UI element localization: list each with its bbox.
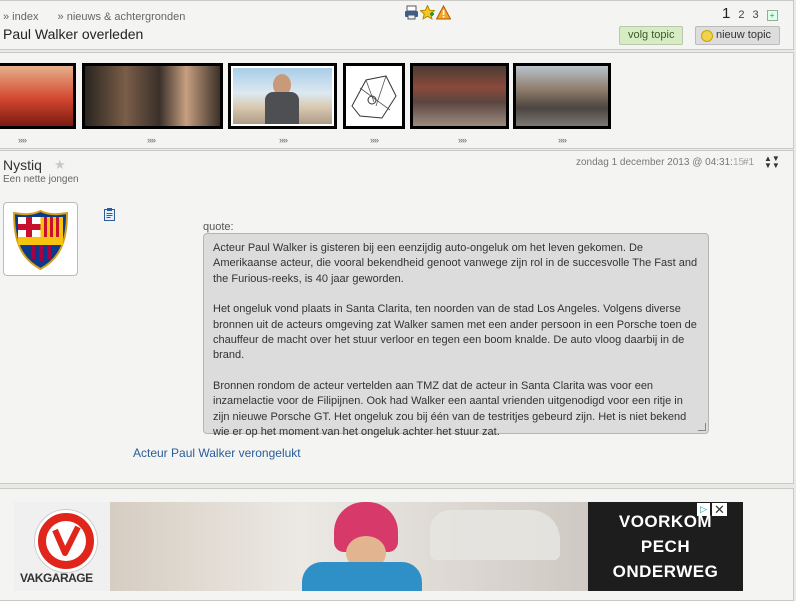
follow-topic-button[interactable]: volg topic [619, 26, 684, 45]
more-link[interactable]: »» [458, 135, 467, 145]
image-strip: »» »» »» »» »» »» [0, 52, 794, 149]
sketch-thumb[interactable] [343, 63, 405, 129]
user-title: Een nette jongen [3, 174, 79, 185]
crumb-section[interactable]: » nieuws & achtergronden [58, 11, 186, 23]
forum-post: Nystiq ★ Een nette jongen zondag 1 decem… [0, 150, 794, 484]
movie-still-thumb[interactable] [82, 63, 223, 129]
topic-tools [404, 4, 452, 20]
ad-brand: VAKGARAGE [20, 571, 93, 585]
ad-photo [110, 502, 588, 591]
new-topic-button[interactable]: nieuw topic [695, 26, 781, 45]
post-navigation-arrows-icon[interactable]: ▲▼ ▼▼ [764, 155, 780, 170]
topic-header: » index » nieuws & achtergronden Paul Wa… [0, 0, 794, 50]
resize-grip-icon[interactable] [698, 423, 706, 431]
more-link[interactable]: »» [558, 135, 567, 145]
pagination: 1 2 3 + [722, 5, 778, 22]
page-title: Paul Walker overleden [3, 26, 144, 42]
ad-banner[interactable]: VAKGARAGE VOORKOM PECH ONDERWEG [14, 502, 743, 591]
quote-post-icon[interactable] [104, 208, 115, 221]
red-sportscar-thumb[interactable] [0, 63, 76, 129]
quote-box: Acteur Paul Walker is gisteren bij een e… [203, 233, 709, 438]
quote-paragraph: Bronnen rondom de acteur vertelden aan T… [213, 379, 687, 439]
print-icon[interactable] [404, 5, 419, 20]
post-date-text: zondag 1 december 2013 @ 04:31: [576, 157, 733, 168]
more-link[interactable]: »» [147, 135, 156, 145]
ad-slogan-line: ONDERWEG [612, 562, 719, 581]
more-link[interactable]: »» [18, 135, 27, 145]
article-link[interactable]: Acteur Paul Walker verongelukt [133, 446, 301, 460]
quote-paragraph: Het ongeluk vond plaats in Santa Clarita… [213, 303, 697, 362]
crumb-index[interactable]: » index [3, 11, 38, 23]
favorite-star-icon[interactable] [419, 4, 436, 20]
post-number[interactable]: #1 [743, 157, 754, 168]
quote-paragraph: Acteur Paul Walker is gisteren bij een e… [213, 242, 698, 285]
post-username[interactable]: Nystiq [3, 157, 42, 173]
page-current: 1 [722, 5, 731, 22]
warning-icon[interactable] [435, 4, 452, 20]
page-link[interactable]: 3 [752, 9, 758, 21]
new-topic-label: nieuw topic [716, 29, 772, 41]
more-link[interactable]: »» [370, 135, 379, 145]
bulb-icon [701, 30, 713, 42]
user-star-icon: ★ [54, 157, 66, 172]
more-link[interactable]: »» [279, 135, 288, 145]
close-icon[interactable]: ✕ [712, 503, 727, 516]
page-link[interactable]: 2 [738, 9, 744, 21]
crash-site-thumb[interactable] [513, 63, 611, 129]
ad-section: VAKGARAGE VOORKOM PECH ONDERWEG ▷ ✕ [0, 488, 794, 601]
ad-logo-area: VAKGARAGE [14, 502, 110, 591]
avatar[interactable] [3, 202, 78, 276]
next-page-icon[interactable]: + [766, 10, 778, 21]
breadcrumb: » index » nieuws & achtergronden [3, 11, 201, 23]
ad-choices-icon[interactable]: ▷ [697, 503, 710, 516]
wreck-thumb[interactable] [410, 63, 509, 129]
quote-label: quote: [203, 221, 234, 233]
ad-slogan-line: PECH [640, 537, 691, 556]
portrait-thumb[interactable] [228, 63, 337, 129]
vakgarage-logo-icon [35, 510, 97, 572]
post-date: zondag 1 december 2013 @ 04:31:15 [576, 157, 744, 168]
